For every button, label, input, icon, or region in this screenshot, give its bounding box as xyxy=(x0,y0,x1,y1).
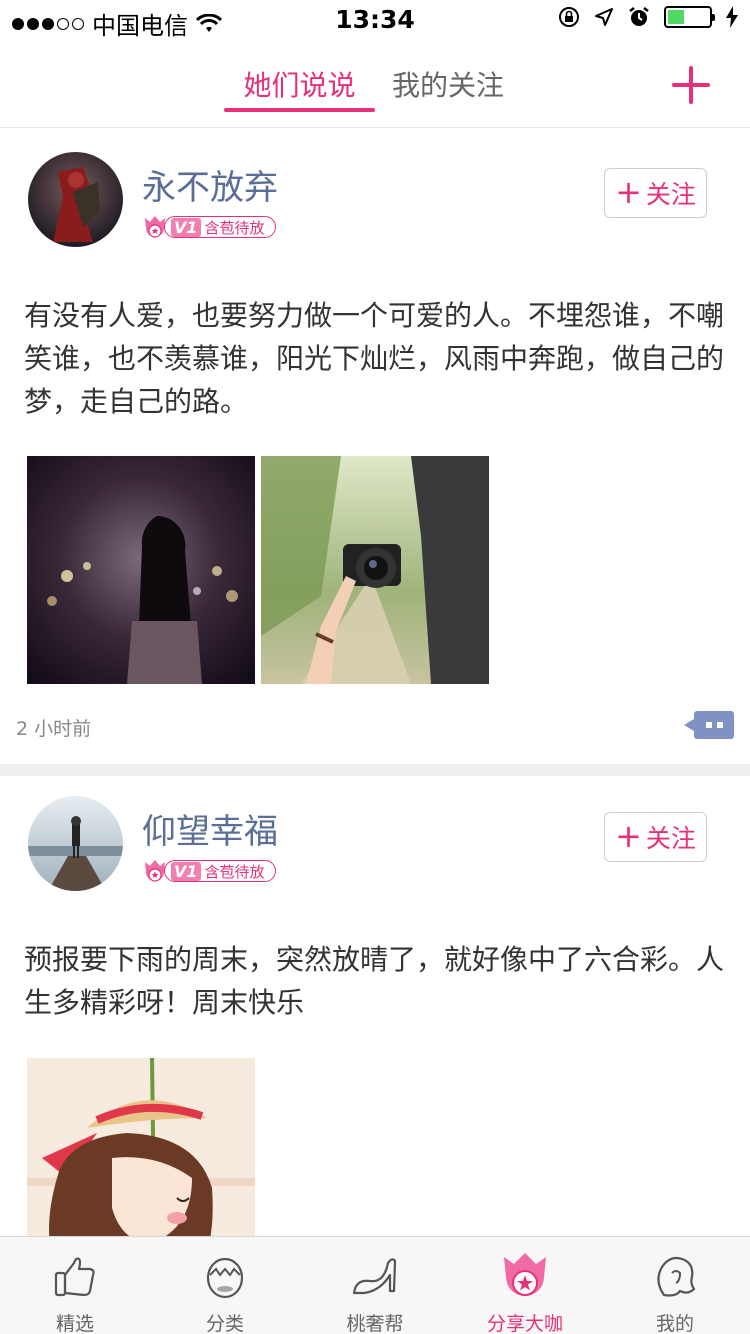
level-code: V1 xyxy=(171,861,201,881)
battery-icon xyxy=(664,6,715,28)
charging-bolt-icon xyxy=(726,6,738,28)
tab-my-follows[interactable]: 我的关注 xyxy=(392,64,504,104)
tab-their-posts[interactable]: 她们说说 xyxy=(224,64,375,112)
plus-icon: + xyxy=(615,172,642,211)
post-time: 2 小时前 xyxy=(16,718,92,740)
follow-button[interactable]: + 关注 xyxy=(604,168,707,218)
post-image[interactable] xyxy=(27,456,255,684)
follow-label: 关注 xyxy=(645,824,696,853)
comment-icon[interactable] xyxy=(684,711,734,739)
rotation-lock-icon xyxy=(559,7,579,27)
star-shield-icon xyxy=(504,1253,546,1296)
post-text: 有没有人爱，也要努力做一个可爱的人。不埋怨谁，不嘲笑谁，也不羡慕谁，阳光下灿烂，… xyxy=(24,299,725,418)
tab-share-experts[interactable]: 分享大咖 xyxy=(450,1237,600,1334)
tab-featured[interactable]: 精选 xyxy=(0,1237,150,1334)
status-bar: 中国电信 13:34 xyxy=(0,0,750,40)
app-screen: 中国电信 13:34 她们说说 我的关注 永不放弃 V1 含苞待放 + 关注 有… xyxy=(0,0,750,1334)
egg-category-icon xyxy=(206,1257,244,1299)
girl-profile-icon xyxy=(657,1256,696,1297)
post-divider xyxy=(0,764,750,776)
avatar[interactable] xyxy=(28,796,123,891)
add-post-button[interactable] xyxy=(672,66,710,104)
thumbs-up-icon xyxy=(54,1257,95,1297)
post-card: 永不放弃 V1 含苞待放 + 关注 有没有人爱，也要努力做一个可爱的人。不埋怨谁… xyxy=(0,128,750,776)
level-code: V1 xyxy=(171,217,201,237)
username[interactable]: 永不放弃 xyxy=(142,160,278,209)
top-nav: 她们说说 我的关注 xyxy=(0,40,750,128)
username[interactable]: 仰望幸福 xyxy=(142,804,278,853)
tab-category[interactable]: 分类 xyxy=(150,1237,300,1334)
level-title: 含苞待放 xyxy=(204,218,265,237)
high-heel-icon xyxy=(352,1258,397,1295)
tab-label: 我的 xyxy=(655,1313,694,1334)
tab-label: 分享大咖 xyxy=(486,1313,563,1334)
post-image[interactable] xyxy=(261,456,489,684)
follow-button[interactable]: + 关注 xyxy=(604,812,707,862)
tab-label: 分类 xyxy=(205,1313,244,1334)
avatar[interactable] xyxy=(28,152,123,247)
status-right xyxy=(558,6,738,28)
bottom-tab-bar: 精选 分类 桃奢帮 分享大咖 我的 xyxy=(0,1236,750,1334)
user-level-badge: V1 含苞待放 xyxy=(142,214,276,240)
tab-mine[interactable]: 我的 xyxy=(600,1237,750,1334)
plus-icon: + xyxy=(615,816,642,855)
level-pill: V1 含苞待放 xyxy=(164,216,276,238)
post-feed: 永不放弃 V1 含苞待放 + 关注 有没有人爱，也要努力做一个可爱的人。不埋怨谁… xyxy=(0,128,750,1334)
tab-community[interactable]: 桃奢帮 xyxy=(300,1237,450,1334)
tab-label: 桃奢帮 xyxy=(346,1313,404,1334)
level-title: 含苞待放 xyxy=(204,862,265,881)
follow-label: 关注 xyxy=(645,180,696,209)
post-text: 预报要下雨的周末，突然放晴了，就好像中了六合彩。人生多精彩呀！周末快乐 xyxy=(24,943,725,1019)
level-pill: V1 含苞待放 xyxy=(164,860,276,882)
location-arrow-icon xyxy=(595,8,613,26)
alarm-clock-icon xyxy=(629,7,649,26)
tab-label: 精选 xyxy=(55,1313,94,1334)
user-level-badge: V1 含苞待放 xyxy=(142,858,276,884)
